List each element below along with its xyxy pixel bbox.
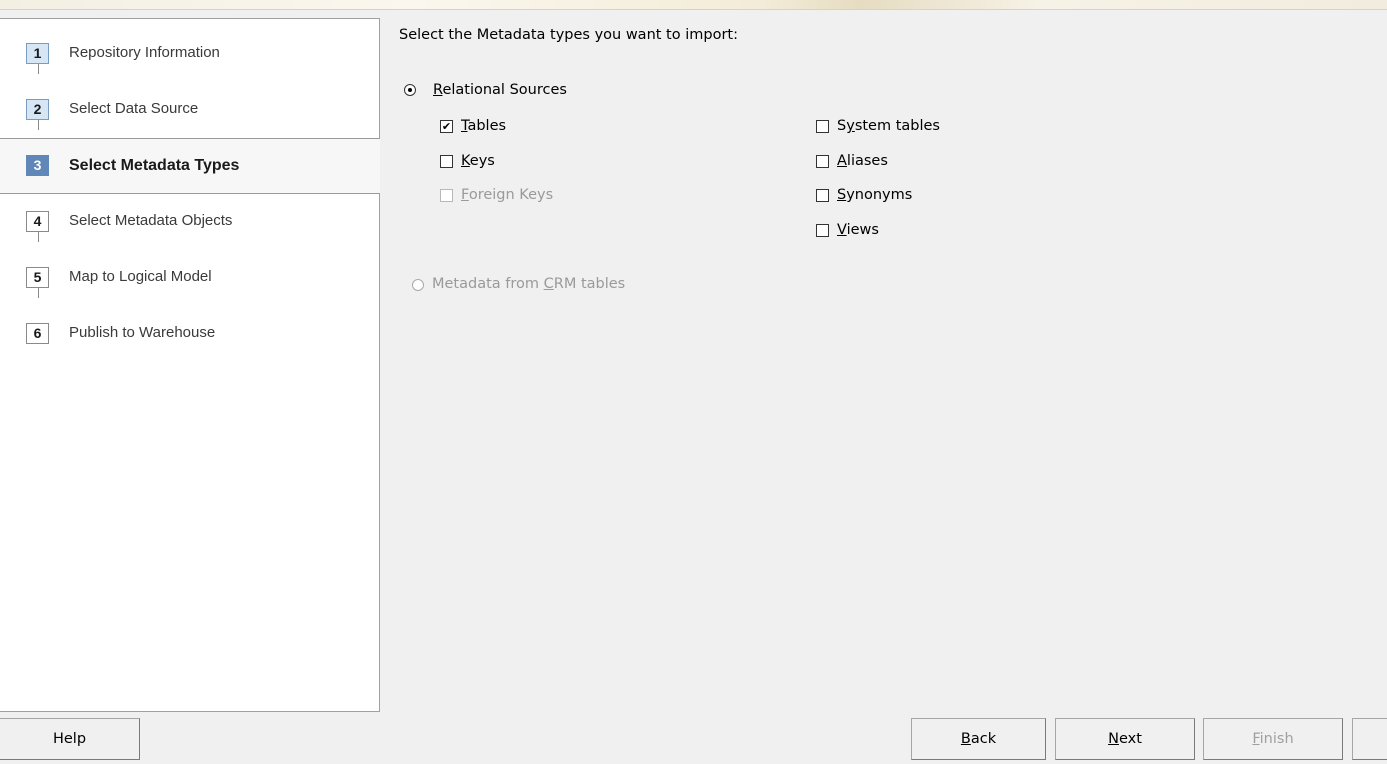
synonyms-label[interactable]: Synonyms <box>837 187 912 203</box>
foreign-keys-checkbox[interactable] <box>440 189 453 202</box>
mnemonic-key: y <box>846 118 855 134</box>
next-button[interactable]: Next <box>1055 718 1195 760</box>
step-label: Repository Information <box>69 44 220 61</box>
relational-sources-radio[interactable] <box>404 84 416 96</box>
help-button[interactable]: Help <box>0 718 140 760</box>
views-label[interactable]: Views <box>837 222 879 238</box>
wizard-steps-panel: 1 Repository Information 2 Select Data S… <box>0 18 380 712</box>
step-number: 2 <box>26 99 49 120</box>
crm-tables-label[interactable]: Metadata from CRM tables <box>432 276 625 292</box>
label-text: stem tables <box>854 118 940 134</box>
label-text: ext <box>1118 731 1142 747</box>
finish-button[interactable]: Finish <box>1203 718 1343 760</box>
wizard-step-select-metadata-types[interactable]: 3 Select Metadata Types <box>0 138 380 194</box>
mnemonic-key: F <box>461 187 469 203</box>
step-label: Select Data Source <box>69 100 199 117</box>
label-text: ack <box>970 731 997 747</box>
label-text: oreign Keys <box>468 187 554 203</box>
back-button[interactable]: Back <box>911 718 1046 760</box>
keys-checkbox[interactable] <box>440 155 453 168</box>
synonyms-checkbox[interactable] <box>816 189 829 202</box>
aliases-label[interactable]: Aliases <box>837 153 888 169</box>
keys-label[interactable]: Keys <box>461 153 495 169</box>
aliases-checkbox[interactable] <box>816 155 829 168</box>
views-checkbox[interactable] <box>816 224 829 237</box>
mnemonic-key: B <box>960 731 971 747</box>
wizard-step-repository-information[interactable]: 1 Repository Information <box>0 36 379 70</box>
system-tables-checkbox[interactable] <box>816 120 829 133</box>
mnemonic-key: V <box>837 222 847 238</box>
label-text: Metadata from <box>432 276 544 292</box>
mnemonic-key: S <box>837 187 847 203</box>
wizard-step-select-metadata-objects[interactable]: 4 Select Metadata Objects <box>0 204 379 238</box>
step-number: 1 <box>26 43 49 64</box>
label-text: S <box>837 118 847 134</box>
tables-label[interactable]: Tables <box>461 118 506 134</box>
foreign-keys-label[interactable]: Foreign Keys <box>461 187 553 203</box>
label-text: elational Sources <box>442 82 567 98</box>
relational-sources-label[interactable]: Relational Sources <box>433 82 567 98</box>
label-text: eys <box>469 153 495 169</box>
step-number: 4 <box>26 211 49 232</box>
wizard-step-publish-to-warehouse[interactable]: 6 Publish to Warehouse <box>0 316 379 350</box>
label-text: liases <box>846 153 888 169</box>
label-text: ynonyms <box>846 187 913 203</box>
system-tables-label[interactable]: System tables <box>837 118 940 134</box>
mnemonic-key: A <box>837 153 847 169</box>
cancel-button-partial[interactable] <box>1352 718 1387 760</box>
wizard-step-select-data-source[interactable]: 2 Select Data Source <box>0 92 379 126</box>
step-label: Publish to Warehouse <box>69 324 216 341</box>
mnemonic-key: K <box>461 153 470 169</box>
tables-checkbox[interactable]: ✔ <box>440 120 453 133</box>
step-number: 5 <box>26 267 49 288</box>
page-heading: Select the Metadata types you want to im… <box>399 27 738 43</box>
mnemonic-key: F <box>1252 731 1260 747</box>
wizard-step-map-to-logical-model[interactable]: 5 Map to Logical Model <box>0 260 379 294</box>
mnemonic-key: C <box>543 276 554 292</box>
step-number: 3 <box>26 155 49 176</box>
step-number: 6 <box>26 323 49 344</box>
label-text: ables <box>467 118 507 134</box>
window-title-bar-strip <box>0 0 1387 10</box>
label-text: RM tables <box>553 276 626 292</box>
step-label: Select Metadata Objects <box>69 212 233 229</box>
radio-dot <box>408 88 412 92</box>
mnemonic-key: N <box>1108 731 1119 747</box>
step-label: Select Metadata Types <box>69 157 240 174</box>
label-text: inish <box>1259 731 1294 747</box>
crm-tables-radio[interactable] <box>412 279 424 291</box>
label-text: iews <box>846 222 879 238</box>
step-label: Map to Logical Model <box>69 268 212 285</box>
